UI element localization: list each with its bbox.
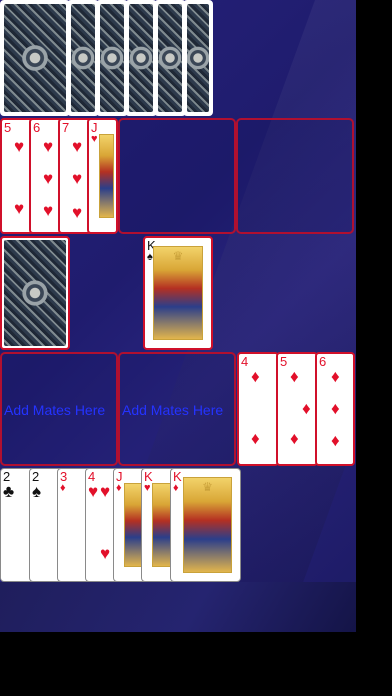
heart-icon: ♥ [72, 137, 83, 156]
heart-icon: ♥ [88, 482, 99, 501]
mates-slot[interactable]: Add Mates Here [0, 352, 118, 466]
diamond-icon: ♦ [290, 367, 299, 386]
card-back-pattern-icon [129, 4, 153, 112]
card-back[interactable] [183, 0, 213, 116]
heart-icon: ♥ [14, 199, 25, 218]
card-rank: 4 [241, 354, 249, 369]
mates-slot[interactable]: Add Mates Here [118, 352, 236, 466]
bottom-margin [0, 632, 392, 696]
diamond-icon: ♦ [251, 429, 260, 448]
spade-icon: ♠ [147, 251, 153, 263]
card-back-pattern-icon [4, 240, 66, 346]
card-back[interactable] [125, 0, 157, 116]
diamond-icon: ♦ [331, 399, 340, 418]
heart-icon: ♥ [91, 133, 98, 145]
card-rank: 7 [62, 120, 70, 135]
card-back[interactable] [0, 236, 70, 350]
crown-icon: ♛ [172, 249, 184, 263]
playing-card[interactable]: 5 ♦ ♦ ♦ [276, 352, 318, 466]
crown-icon: ♛ [202, 480, 213, 494]
meld-slot[interactable] [118, 118, 236, 234]
add-mates-label: Add Mates Here [122, 402, 224, 418]
heart-icon: ♥ [144, 482, 151, 494]
card-rank: 6 [319, 354, 327, 369]
heart-icon: ♥ [43, 169, 54, 188]
diamond-icon: ♦ [60, 482, 66, 494]
playing-card[interactable]: J ♥ [87, 118, 118, 234]
king-face-icon [152, 483, 172, 567]
heart-icon: ♥ [72, 203, 83, 222]
playing-card[interactable]: K ♦ ♛ [170, 468, 241, 582]
heart-icon: ♥ [100, 482, 111, 501]
heart-icon: ♥ [72, 169, 83, 188]
diamond-icon: ♦ [290, 429, 299, 448]
card-back[interactable] [154, 0, 186, 116]
diamond-icon: ♦ [173, 482, 179, 494]
king-face-icon: ♛ [153, 246, 203, 340]
card-back-pattern-icon [158, 4, 182, 112]
card-back-pattern-icon [100, 4, 124, 112]
card-back-pattern-icon [71, 4, 95, 112]
heart-icon: ♥ [14, 137, 25, 156]
playing-card[interactable]: K ♠ ♛ [143, 236, 213, 350]
card-rank: 5 [280, 354, 288, 369]
card-rank: 5 [4, 120, 12, 135]
card-back[interactable] [67, 0, 99, 116]
right-margin [356, 0, 392, 632]
card-back-pattern-icon [4, 4, 66, 112]
add-mates-label: Add Mates Here [4, 402, 106, 418]
jack-face-icon [99, 134, 114, 218]
meld-slot[interactable] [236, 118, 354, 234]
heart-icon: ♥ [43, 201, 54, 220]
card-back-pattern-icon [187, 4, 209, 112]
card-back[interactable] [0, 0, 70, 116]
diamond-icon: ♦ [302, 399, 311, 418]
table-bottom-strip [0, 582, 356, 632]
heart-icon: ♥ [100, 544, 111, 563]
game-table: 5 ♥ ♥ 6 ♥ ♥ ♥ 7 ♥ ♥ ♥ J ♥ K ♠ ♛ Add Mate… [0, 0, 356, 632]
spade-icon: ♠ [32, 482, 42, 501]
king-face-icon: ♛ [183, 477, 232, 573]
card-back[interactable] [96, 0, 128, 116]
diamond-icon: ♦ [331, 431, 340, 450]
playing-card[interactable]: 4 ♦ ♦ [237, 352, 279, 466]
diamond-icon: ♦ [116, 482, 122, 494]
heart-icon: ♥ [43, 137, 54, 156]
card-rank: 6 [33, 120, 41, 135]
diamond-icon: ♦ [251, 367, 260, 386]
club-icon: ♣ [3, 482, 15, 501]
playing-card[interactable]: 6 ♦ ♦ ♦ [315, 352, 355, 466]
diamond-icon: ♦ [331, 367, 340, 386]
